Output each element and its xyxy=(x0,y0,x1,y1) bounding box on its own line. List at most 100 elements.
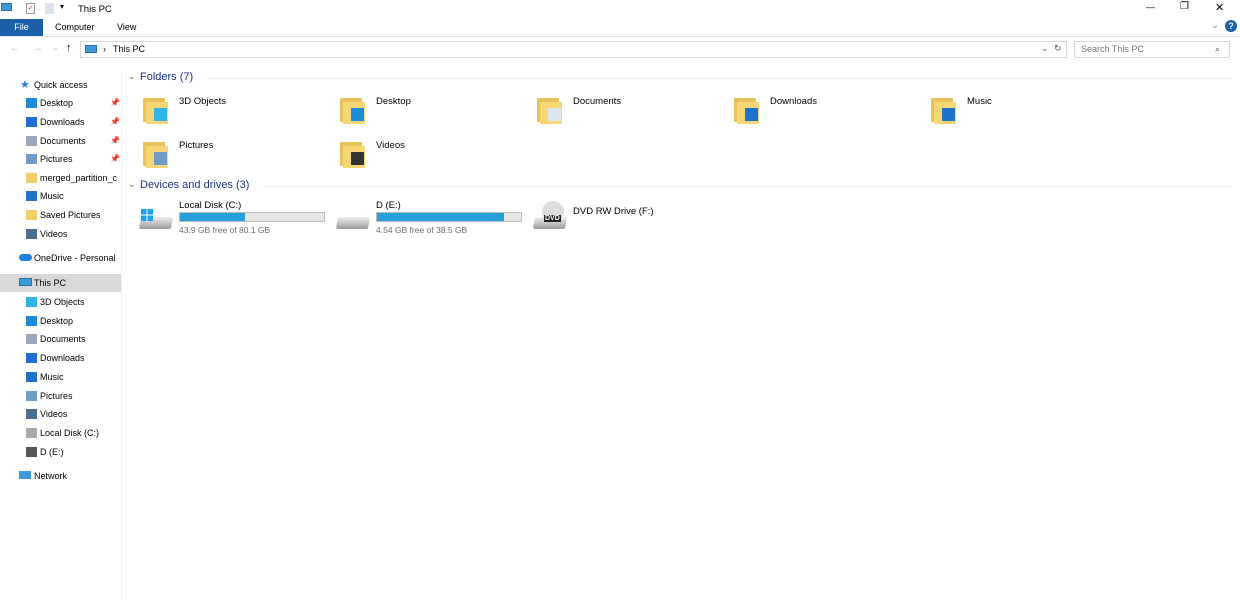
item-icon xyxy=(26,353,37,364)
tab-view[interactable]: View xyxy=(103,19,150,36)
collapse-devices-icon[interactable]: ⌄ xyxy=(128,179,136,190)
pin-icon[interactable]: 📌 xyxy=(110,132,120,150)
sidebar-item-onedrive[interactable]: OneDrive - Personal xyxy=(0,249,121,267)
sidebar-item-label: D (E:) xyxy=(40,446,64,457)
sidebar-item-quick-access[interactable]: ★ Quick access xyxy=(0,76,121,94)
address-dropdown-icon[interactable]: ⌄ xyxy=(1041,43,1049,54)
folder-icon xyxy=(537,94,565,124)
recent-locations-icon[interactable]: ⌄ xyxy=(52,43,59,52)
sidebar-item-saved-pictures[interactable]: Saved Pictures xyxy=(0,206,121,224)
sidebar-item-pc-desktop[interactable]: Desktop xyxy=(0,312,121,330)
group-divider xyxy=(208,78,1233,79)
folder-icon xyxy=(26,136,37,146)
sidebar-item-label: Downloads xyxy=(40,117,85,127)
sidebar-item-pc-videos[interactable]: Videos xyxy=(0,405,121,423)
devices-group-header[interactable]: Devices and drives (3) xyxy=(140,179,249,191)
sidebar-item-pc-documents[interactable]: Documents xyxy=(0,330,121,348)
address-path[interactable]: This PC xyxy=(113,44,145,54)
folder-label: Downloads xyxy=(770,96,817,107)
back-button[interactable]: ← xyxy=(10,43,20,54)
sidebar-item-label: Music xyxy=(40,371,64,382)
folder-icon xyxy=(931,94,959,124)
sidebar-item-pictures[interactable]: Pictures 📌 xyxy=(0,150,121,168)
folder-music[interactable]: Music xyxy=(928,94,1118,134)
title-bar: ✓ ▾ This PC — ❐ ✕ xyxy=(0,0,1240,18)
pin-icon[interactable]: 📌 xyxy=(110,113,120,131)
sidebar-item-label: Music xyxy=(40,191,64,201)
dvd-badge: DVD xyxy=(544,215,561,222)
sidebar-item-pc-music[interactable]: Music xyxy=(0,368,121,386)
help-button[interactable]: ? xyxy=(1225,20,1237,32)
minimize-button[interactable]: — xyxy=(1146,2,1155,12)
this-pc-icon xyxy=(85,45,97,53)
collapse-folders-icon[interactable]: ⌄ xyxy=(128,71,136,82)
ribbon-divider xyxy=(0,36,1240,37)
sidebar-item-this-pc[interactable]: This PC xyxy=(0,274,121,292)
folder-videos[interactable]: Videos xyxy=(337,138,527,178)
folder-icon xyxy=(340,94,368,124)
drive-e[interactable]: D (E:) 4.54 GB free of 38.5 GB xyxy=(335,199,527,235)
address-bar[interactable]: › This PC ⌄ ↻ xyxy=(80,41,1067,58)
tab-file[interactable]: File xyxy=(0,19,43,36)
folder-desktop[interactable]: Desktop xyxy=(337,94,527,134)
search-input[interactable]: Search This PC xyxy=(1074,41,1230,58)
tab-computer[interactable]: Computer xyxy=(41,19,109,36)
hard-drive-icon xyxy=(335,217,371,229)
window-title: This PC xyxy=(78,4,112,15)
folder-icon xyxy=(26,173,37,183)
folder-pictures[interactable]: Pictures xyxy=(140,138,330,178)
restore-button[interactable]: ❐ xyxy=(1180,1,1189,12)
drive-usage-bar xyxy=(179,212,325,222)
item-icon xyxy=(26,297,37,307)
folder-label: Music xyxy=(967,96,992,107)
sidebar-item-label: Pictures xyxy=(40,390,73,401)
up-button[interactable]: ↑ xyxy=(66,42,72,54)
expand-ribbon-icon[interactable]: ⌄ xyxy=(1211,20,1219,31)
drive-label: Local Disk (C:) xyxy=(179,200,242,211)
close-button[interactable]: ✕ xyxy=(1215,1,1224,14)
item-icon xyxy=(26,371,37,382)
sidebar-item-pc-3d-objects[interactable]: 3D Objects xyxy=(0,293,121,311)
sidebar-item-downloads[interactable]: Downloads 📌 xyxy=(0,113,121,131)
folder-documents[interactable]: Documents xyxy=(534,94,724,134)
sidebar-item-label: Videos xyxy=(40,409,68,420)
folder-icon xyxy=(143,94,171,124)
drive-dvd[interactable]: DVD DVD RW Drive (F:) xyxy=(532,199,724,235)
refresh-icon[interactable]: ↻ xyxy=(1054,43,1062,54)
sidebar-item-videos[interactable]: Videos xyxy=(0,225,121,243)
sidebar-item-label: Documents xyxy=(40,136,86,146)
sidebar-item-label: merged_partition_c xyxy=(40,173,118,183)
item-icon xyxy=(26,334,37,345)
folder-3d-objects[interactable]: 3D Objects xyxy=(140,94,330,134)
properties-quick-icon[interactable]: ✓ xyxy=(26,3,35,14)
sidebar-item-pc-downloads[interactable]: Downloads xyxy=(0,349,121,367)
sidebar-item-pc-local-disk-c-[interactable]: Local Disk (C:) xyxy=(0,424,121,442)
folder-icon xyxy=(734,94,762,124)
sidebar-item-merged-partition-c[interactable]: merged_partition_c xyxy=(0,169,121,187)
folder-downloads[interactable]: Downloads xyxy=(731,94,921,134)
customize-toolbar-icon[interactable]: ▾ xyxy=(60,2,64,11)
pin-icon[interactable]: 📌 xyxy=(110,150,120,168)
sidebar-item-label: Videos xyxy=(40,229,68,239)
sidebar-item-desktop[interactable]: Desktop 📌 xyxy=(0,94,121,112)
sidebar-item-pc-d-e-[interactable]: D (E:) xyxy=(0,443,121,461)
forward-button[interactable]: → xyxy=(33,43,43,54)
sidebar-item-label: Desktop xyxy=(40,98,74,108)
sidebar-item-network[interactable]: Network xyxy=(0,467,121,485)
sidebar-item-documents[interactable]: Documents 📌 xyxy=(0,132,121,150)
sidebar-item-pc-pictures[interactable]: Pictures xyxy=(0,387,121,405)
sidebar-item-label: Local Disk (C:) xyxy=(40,427,100,438)
folders-group-header[interactable]: Folders (7) xyxy=(140,71,193,83)
pin-icon[interactable]: 📌 xyxy=(110,94,120,112)
new-folder-quick-icon[interactable] xyxy=(45,3,54,14)
drive-usage-bar xyxy=(376,212,522,222)
network-icon xyxy=(19,471,31,479)
folder-icon xyxy=(26,191,37,201)
computer-icon xyxy=(19,278,32,286)
star-icon: ★ xyxy=(20,79,30,91)
sidebar-item-label: Documents xyxy=(40,334,86,345)
drive-c[interactable]: Local Disk (C:) 43.9 GB free of 80.1 GB xyxy=(138,199,330,235)
navigation-pane[interactable]: ★ Quick access Desktop 📌 Downloads 📌 Document… xyxy=(0,70,122,600)
sidebar-item-label: Network xyxy=(34,471,68,481)
sidebar-item-music[interactable]: Music xyxy=(0,187,121,205)
